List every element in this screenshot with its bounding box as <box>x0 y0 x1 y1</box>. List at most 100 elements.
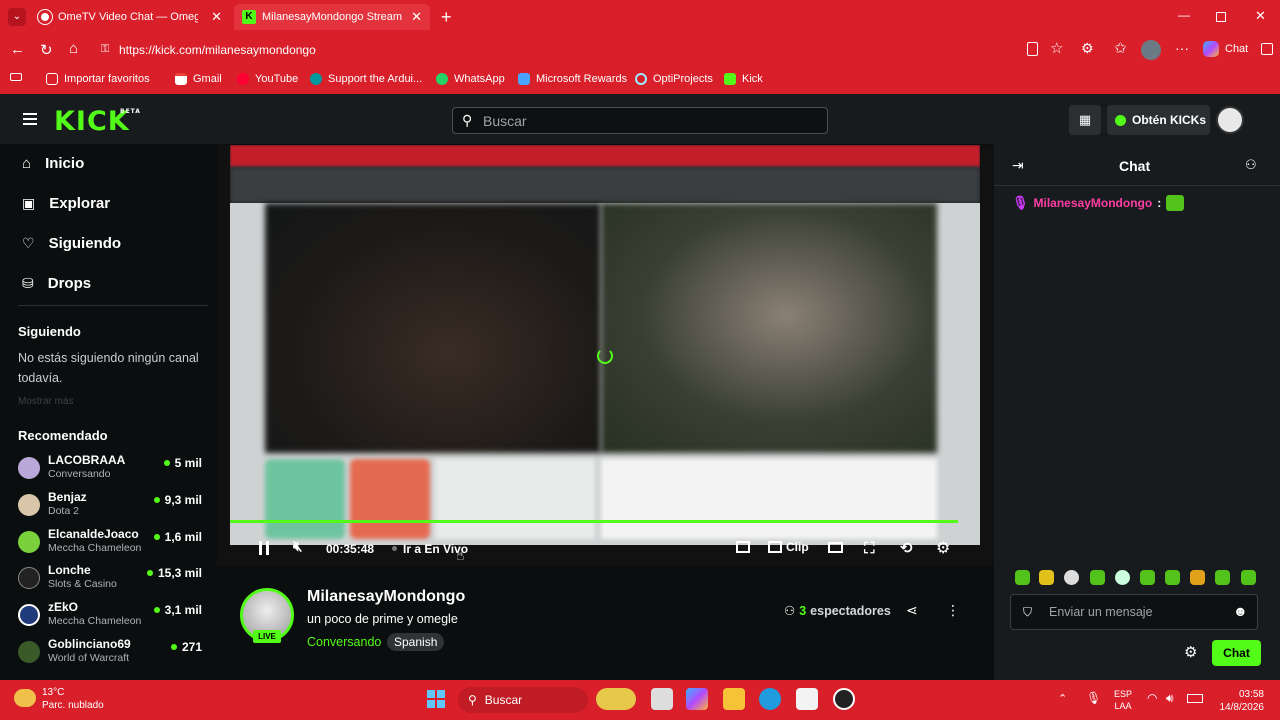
live-dot-icon <box>153 607 160 613</box>
clip-button[interactable]: Clip <box>768 540 809 554</box>
extensions-icon[interactable]: ⚙ <box>1081 40 1094 57</box>
close-tab-icon[interactable]: ✕ <box>211 9 222 25</box>
taskbar-search[interactable]: ⚲ Buscar <box>458 687 588 713</box>
close-tab-icon[interactable]: ✕ <box>411 9 422 25</box>
bookmark-optiprojects[interactable]: OptiProjects <box>635 73 713 85</box>
recommended-channel[interactable]: Goblinciano69 World of Warcraft 271 <box>18 636 202 670</box>
viewer-count: 3,1 mil <box>153 603 202 617</box>
reload-icon[interactable]: ↻ <box>40 41 53 59</box>
sidebar-item-explorar[interactable]: ▣ Explorar <box>22 195 110 212</box>
copilot-icon[interactable] <box>686 688 708 710</box>
recommended-channel[interactable]: Lonche Slots & Casino 15,3 mil <box>18 562 202 596</box>
more-menu-icon[interactable]: ··· <box>1175 40 1189 56</box>
pause-button[interactable] <box>259 541 269 555</box>
browse-grid-button[interactable]: ▦ <box>1069 105 1101 135</box>
edge-icon[interactable] <box>759 688 781 710</box>
widget-icon[interactable] <box>596 688 636 710</box>
emote-icon[interactable] <box>1190 570 1205 585</box>
emote-icon[interactable] <box>1140 570 1155 585</box>
bookmark-arduino[interactable]: Support the Ardui... <box>310 73 422 85</box>
sidebar-item-drops[interactable]: ⛁ Drops <box>22 275 91 292</box>
recommended-channel[interactable]: Benjaz Dota 2 9,3 mil <box>18 489 202 523</box>
stream-category-link[interactable]: Conversando <box>307 635 381 649</box>
fullscreen-icon[interactable]: ⛶ <box>864 540 875 557</box>
maximize-icon[interactable] <box>1216 12 1226 22</box>
task-view-icon[interactable] <box>651 688 673 710</box>
copilot-button[interactable]: Chat <box>1203 41 1248 57</box>
app-icon[interactable] <box>833 688 855 710</box>
following-empty-text: No estás siguiendo ningún canal todavía. <box>18 351 199 385</box>
emote-icon[interactable] <box>1241 570 1256 585</box>
url-field[interactable]: ⚿ https://kick.com/milanesaymondongo <box>95 39 1095 61</box>
profile-avatar[interactable] <box>1141 40 1161 60</box>
recommended-channel[interactable]: zEkO Meccha Chameleon 3,1 mil <box>18 599 202 633</box>
emote-icon[interactable] <box>1015 570 1030 585</box>
channel-name[interactable]: MilanesayMondongo <box>307 588 465 606</box>
sidebar-item-siguiendo[interactable]: ♡ Siguiendo <box>22 235 121 252</box>
theater-mode-icon[interactable] <box>828 542 843 553</box>
new-tab-icon[interactable]: + <box>441 7 452 28</box>
share-icon[interactable]: ⋖ <box>906 602 918 619</box>
emote-icon[interactable] <box>1039 570 1054 585</box>
minimize-icon[interactable]: — <box>1178 8 1190 22</box>
language-tag[interactable]: Spanish <box>387 633 445 651</box>
clock[interactable]: 03:58 14/8/2026 <box>1218 688 1265 714</box>
bookmark-import[interactable]: Importar favoritos <box>46 73 150 85</box>
home-icon[interactable]: ⌂ <box>69 40 78 57</box>
pip-icon[interactable] <box>736 541 750 553</box>
back-icon[interactable]: ← <box>10 41 25 58</box>
favorites-icon[interactable]: ✩ <box>1114 39 1127 57</box>
emoji-picker-icon[interactable]: ☻ <box>1233 603 1248 619</box>
emote-icon[interactable] <box>1090 570 1105 585</box>
sidebar-toggle-icon[interactable] <box>1261 43 1273 55</box>
tab-list-chevron-icon[interactable]: ⌄ <box>8 8 26 26</box>
weather-widget[interactable]: 13°C Parc. nublado <box>14 686 104 712</box>
bookmark-gmail[interactable]: Gmail <box>175 73 222 85</box>
close-window-icon[interactable]: ✕ <box>1255 8 1266 24</box>
hamburger-menu-icon[interactable] <box>23 113 37 125</box>
emote-icon[interactable] <box>1064 570 1079 585</box>
sidebar-item-inicio[interactable]: ⌂ Inicio <box>22 155 84 172</box>
battery-icon[interactable] <box>1187 694 1203 703</box>
tray-chevron-icon[interactable]: ⌃ <box>1058 692 1067 705</box>
volume-icon[interactable]: 🔊︎ <box>1166 691 1174 706</box>
send-chat-button[interactable]: Chat <box>1212 640 1261 666</box>
recommended-channel[interactable]: ElcanaldeJoaco Meccha Chameleon 1,6 mil <box>18 526 202 560</box>
bookmark-youtube[interactable]: YouTube <box>237 73 298 85</box>
chat-input[interactable]: ⛉ Enviar un mensaje ☻ <box>1010 594 1258 630</box>
tab-ometv[interactable]: OmeTV Video Chat — Omegl ✕ <box>30 4 230 30</box>
reader-mode-icon[interactable] <box>1027 42 1038 56</box>
bookmark-kick[interactable]: Kick <box>724 73 763 85</box>
collapse-chat-icon[interactable]: ⇥ <box>1012 157 1024 174</box>
search-input[interactable]: ⚲ Buscar <box>452 107 828 134</box>
user-avatar[interactable] <box>1216 106 1244 134</box>
emote-icon[interactable] <box>1115 570 1130 585</box>
viewer-count: 9,3 mil <box>153 493 202 507</box>
language-indicator[interactable]: ESP LAA <box>1114 688 1132 712</box>
store-icon[interactable] <box>796 688 818 710</box>
video-progress-bar[interactable] <box>230 520 958 523</box>
chat-settings-icon[interactable]: ⚙ <box>1184 643 1197 661</box>
rewind-icon[interactable]: ⟲ <box>900 539 913 557</box>
microphone-icon[interactable]: 🎙︎ <box>1086 691 1101 705</box>
wifi-icon[interactable]: ◠ <box>1147 691 1157 705</box>
emote-icon[interactable] <box>1165 570 1180 585</box>
favorite-star-icon[interactable]: ☆ <box>1050 39 1063 57</box>
get-kicks-button[interactable]: Obtén KICKs <box>1107 105 1210 135</box>
chat-username[interactable]: MilanesayMondongo <box>1034 196 1153 210</box>
show-more-link[interactable]: Mostrar más <box>18 396 74 407</box>
file-explorer-icon[interactable] <box>723 688 745 710</box>
tab-kick-stream[interactable]: K MilanesayMondongo Stream - Wa ✕ <box>234 4 430 30</box>
chat-users-icon[interactable]: ⚇ <box>1245 157 1257 173</box>
settings-icon[interactable]: ⚙ <box>936 538 950 558</box>
bookmark-whatsapp[interactable]: WhatsApp <box>436 73 505 85</box>
emote-icon[interactable] <box>1215 570 1230 585</box>
more-options-icon[interactable]: ⋮ <box>946 602 960 619</box>
start-button[interactable] <box>427 690 445 708</box>
video-frame[interactable] <box>230 145 980 545</box>
copilot-label: Chat <box>1225 43 1249 55</box>
recommended-channel[interactable]: LACOBRAAA Conversando 5 mil <box>18 452 202 486</box>
mute-icon[interactable]: 🔇︎ <box>293 538 302 555</box>
kick-logo[interactable]: KICK BETA <box>54 106 140 137</box>
bookmark-rewards[interactable]: Microsoft Rewards <box>518 73 627 85</box>
